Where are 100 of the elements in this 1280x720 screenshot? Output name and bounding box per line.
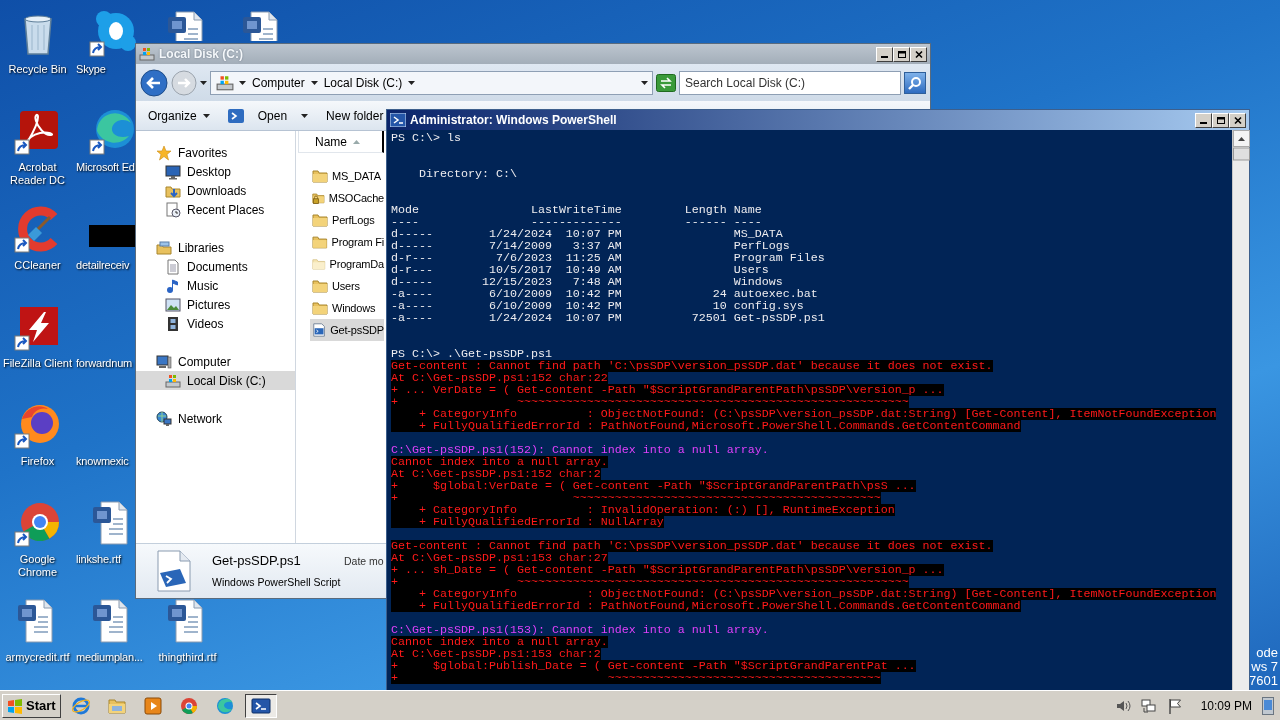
desktop-icon-label[interactable]: mediumplan... [75,651,143,664]
sort-icon [353,139,360,144]
back-button[interactable] [140,68,168,97]
maximize-icon [896,49,907,59]
maximize-button[interactable] [1212,112,1229,128]
folder-icon [312,300,328,316]
start-button[interactable]: Start [2,693,61,718]
flag-icon[interactable] [1166,697,1183,714]
desktop-icon-label[interactable]: Microsoft Ed [75,161,135,174]
media-player-icon [142,695,163,716]
close-button[interactable] [1229,112,1246,128]
file-item[interactable]: MSOCache [310,187,384,209]
browser-icon[interactable] [88,107,137,155]
search-button[interactable] [904,71,926,94]
close-button[interactable] [910,46,927,62]
script-file-icon [154,549,194,593]
folder-icon [312,256,326,272]
star-icon [156,144,172,161]
desktop-icon-label[interactable]: Acrobat Reader DC [1,161,74,187]
caret-icon [202,113,210,118]
nav-item[interactable]: Documents [136,257,295,276]
file-item[interactable]: Program Fi [310,231,384,253]
music-note-icon [165,277,181,294]
folder-icon [312,234,328,250]
file-item[interactable]: PerfLogs [310,209,384,231]
minimize-button[interactable] [876,46,893,62]
maximize-button[interactable] [893,46,910,62]
nav-item[interactable]: Downloads [136,181,295,200]
console-line: -a---- 6/10/2009 10:42 PM 10 config.sys [391,300,804,312]
file-item[interactable]: ProgramDa [310,253,384,275]
desktop-icon-label[interactable]: linkshe.rtf [75,553,121,566]
desktop-icon-label[interactable]: knowmexic [75,455,129,468]
nav-item[interactable]: Computer [136,352,295,371]
search-field[interactable]: Search Local Disk (C:) [679,70,901,95]
caret-icon [408,80,416,85]
file-item[interactable]: Windows [310,297,384,319]
window-title: Administrator: Windows PowerShell [410,112,617,129]
picture-icon [165,296,181,313]
nav-item[interactable]: Videos [136,314,295,333]
nav-item[interactable]: Desktop [136,162,295,181]
nav-item[interactable]: Libraries [136,238,295,257]
console-line: ---- ------------- ------ ---- [391,216,762,228]
system-notice-text: 7601 [1249,674,1278,688]
nav-item[interactable]: Recent Places [136,200,295,219]
powershell-icon [250,695,271,716]
warning-line: C:\Get-psSDP.ps1(153): Cannot index into a null array. [391,624,769,636]
desktop-icon-label[interactable]: Skype [75,63,106,76]
console-line: Mode LastWriteTime Length Name [391,204,762,216]
file-item[interactable]: Users [310,275,384,297]
console-line: PS C:\> .\Get-psSDP.ps1 [391,348,552,360]
browser-icon [70,695,91,716]
console-line: d----- 12/15/2023 7:48 AM Windows [391,276,783,288]
desktop-icon-label[interactable]: Recycle Bin [8,63,67,76]
nav-item[interactable]: Network [136,409,295,428]
minimize-icon [881,56,888,58]
desktop-icon-label[interactable]: armycredit.rtf [5,651,70,664]
chat-app-icon[interactable] [88,9,137,57]
desktop-icon-label[interactable]: thingthird.rtf [158,651,217,664]
desktop-icon-label[interactable]: FileZilla Client [2,357,73,370]
toolbar-button[interactable]: Organize [142,104,216,127]
console-line: d-r--- 7/6/2023 11:25 AM Program Files [391,252,825,264]
dropdown-caret-icon [641,80,648,85]
minimize-button[interactable] [1195,112,1212,128]
breadcrumb-link[interactable]: Local Disk (C:) [321,73,405,92]
recent-places-icon [165,201,181,218]
nav-item[interactable]: Local Disk (C:) [136,371,295,390]
taskbar-app-button[interactable] [244,693,277,718]
nav-item[interactable]: Favorites [136,143,295,162]
network-icon [156,410,172,427]
desktop-icon-label[interactable]: CCleaner [14,259,61,272]
console-line: -a---- 6/10/2009 10:42 PM 24 autoexec.bat [391,288,818,300]
clock-text[interactable]: 10:09 PM [1200,696,1252,715]
show-desktop-button[interactable] [1262,696,1274,715]
nav-item[interactable]: Music [136,276,295,295]
refresh-button[interactable] [656,73,676,92]
history-caret-icon [200,80,207,85]
console-line: PS C:\> ls [391,132,461,144]
close-icon [913,49,924,59]
console-line: d-r--- 10/5/2017 10:49 AM Users [391,264,769,276]
desktop-icon-label[interactable]: forwardnum [75,357,133,370]
column-header[interactable]: Name [298,131,384,153]
file-item[interactable]: Get-psSDP [310,319,384,341]
desktop-icon-label[interactable]: Google Chrome [1,553,74,579]
console-line: d----- 1/24/2024 10:07 PM MS_DATA [391,228,783,240]
nav-item[interactable]: Pictures [136,295,295,314]
network-icon[interactable] [1140,697,1157,714]
run-icon [227,108,244,123]
drive-icon [139,46,155,62]
search-icon [908,75,922,90]
toolbar-button[interactable]: New folder [320,104,390,127]
folder-icon [312,168,328,184]
file-item[interactable]: MS_DATA [310,165,384,187]
browser-icon [214,695,235,716]
console-line: Directory: C:\ [417,168,517,180]
desktop-icon-label[interactable]: Firefox [20,455,55,468]
desktop-icon-label[interactable]: detailreceiv [75,259,130,272]
address-bar[interactable]: Computer Local Disk (C:) [210,70,653,95]
toolbar-button[interactable]: Open [221,104,315,127]
breadcrumb-link[interactable]: Computer [250,73,307,92]
close-icon [1232,115,1243,125]
